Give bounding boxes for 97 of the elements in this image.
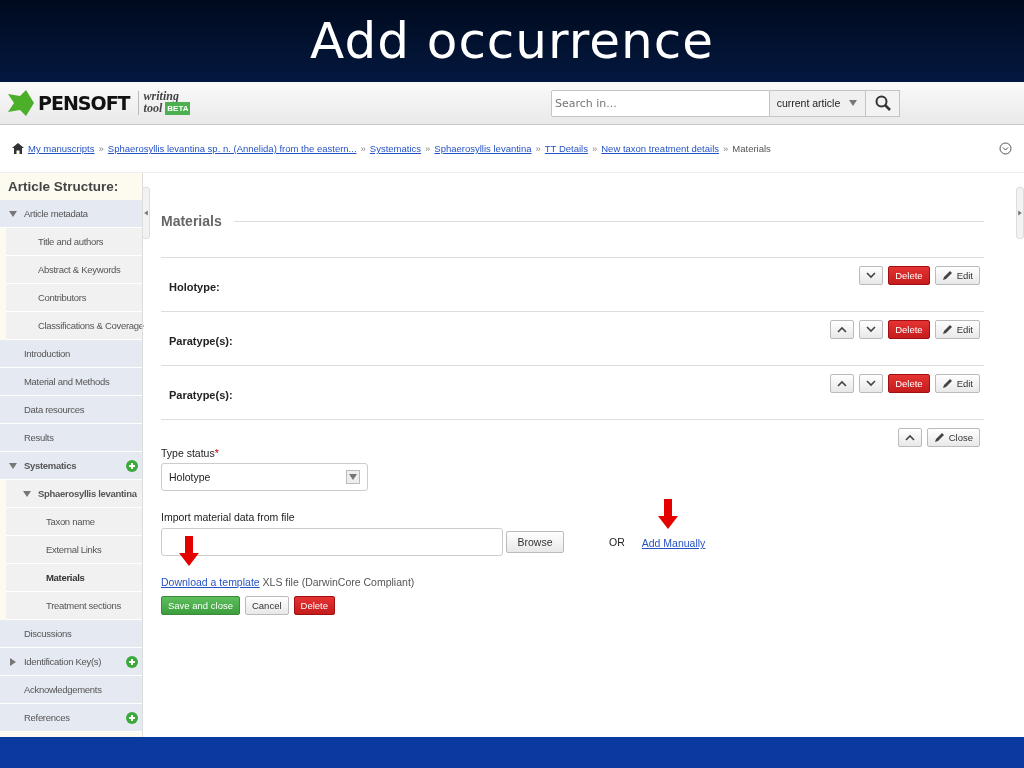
record-label: Paratype(s): [169, 389, 233, 401]
tool-name: writing [143, 91, 180, 102]
browse-button[interactable]: Browse [506, 531, 564, 553]
sidebar-item[interactable]: Treatment sections [6, 592, 142, 620]
sidebar-item[interactable]: External Links [6, 536, 142, 564]
file-field[interactable] [161, 528, 503, 556]
caret-down-icon [8, 208, 18, 219]
record-label: Paratype(s): [169, 335, 233, 347]
field-label: Type status* [161, 447, 220, 459]
delete-button[interactable]: Delete [888, 320, 930, 339]
breadcrumb-link[interactable]: TT Details [544, 143, 588, 154]
chevron-up-icon [904, 434, 915, 441]
caret-right-icon [8, 656, 18, 667]
pencil-icon [933, 432, 945, 443]
sidebar-item[interactable]: References [0, 704, 142, 732]
move-down-button[interactable] [859, 374, 884, 393]
delete-button[interactable]: Delete [293, 596, 335, 615]
edit-button[interactable]: Edit [934, 320, 980, 339]
breadcrumb-link[interactable]: Sphaerosyllis levantina sp. n. (Annelida) from the eastern... [107, 143, 357, 154]
caret-down-icon [8, 460, 18, 471]
chevron-down-icon [866, 380, 877, 387]
caret-down-icon [848, 98, 859, 108]
sidebar-title: Article Structure: [7, 178, 120, 196]
edit-button[interactable]: Edit [934, 266, 980, 285]
chevron-circle-icon[interactable] [999, 142, 1012, 155]
move-up-button[interactable] [830, 320, 855, 339]
sidebar-item[interactable]: Identification Key(s) [0, 648, 142, 676]
tool-name: tool [143, 103, 163, 114]
download-template-link[interactable]: Download a template [161, 576, 260, 588]
move-up-button[interactable] [830, 374, 855, 393]
record-label: Holotype: [169, 281, 220, 293]
chevron-up-icon [837, 380, 848, 387]
cancel-button[interactable]: Cancel [244, 596, 289, 615]
sidebar-item[interactable]: Discussions [0, 620, 142, 648]
sidebar-item[interactable]: Materials [6, 564, 142, 592]
breadcrumb-link[interactable]: New taxon treatment details [601, 143, 719, 154]
close-button[interactable]: Close [926, 428, 980, 447]
breadcrumb-link[interactable]: Systematics [369, 143, 422, 154]
breadcrumb-current: Materials [732, 143, 771, 154]
sidebar-item[interactable]: Title and authors [6, 228, 142, 256]
type-status-select[interactable]: Holotype [161, 463, 368, 491]
breadcrumb-link[interactable]: My manuscripts [28, 143, 95, 154]
search-input[interactable]: Search in... [551, 89, 770, 117]
add-icon[interactable] [126, 711, 138, 724]
pencil-icon [941, 270, 953, 281]
caret-down-icon [348, 472, 358, 482]
arrow-logo-icon [6, 90, 34, 116]
chevron-up-icon [837, 326, 848, 333]
file-note: XLS file (DarwinCore Compliant) [262, 576, 415, 588]
breadcrumb-link[interactable]: Sphaerosyllis levantina [434, 143, 532, 154]
sidebar-item[interactable]: Systematics [0, 452, 142, 480]
sidebar-item[interactable]: Material and Methods [0, 368, 142, 396]
move-up-button[interactable] [897, 428, 922, 447]
sidebar-item[interactable]: Sphaerosyllis levantina [6, 480, 142, 508]
sidebar-item[interactable]: Acknowledgements [0, 676, 142, 704]
delete-button[interactable]: Delete [888, 266, 930, 285]
caret-right-icon [1017, 208, 1023, 218]
home-icon[interactable] [12, 143, 24, 154]
add-icon[interactable] [126, 459, 138, 472]
slide-title: Add occurrence [310, 12, 714, 70]
search-button[interactable] [866, 89, 900, 117]
sidebar-item[interactable]: Taxon name [6, 508, 142, 536]
delete-button[interactable]: Delete [888, 374, 930, 393]
search-icon [874, 95, 891, 111]
sidebar-item[interactable]: Article metadata [0, 200, 142, 228]
edit-button[interactable]: Edit [934, 374, 980, 393]
breadcrumb-separator: » [360, 143, 366, 154]
breadcrumb-separator: » [425, 143, 431, 154]
sidebar-item[interactable]: Classifications & Coverage [6, 312, 142, 340]
logo-text: PENSOFT [38, 92, 130, 114]
down-arrow-icon [657, 499, 678, 529]
or-text: OR [609, 536, 625, 548]
chevron-down-icon [866, 326, 877, 333]
expand-handle[interactable] [1016, 187, 1024, 239]
section-title: Materials [161, 213, 222, 229]
field-label: Import material data from file [161, 511, 296, 523]
add-manually-link[interactable]: Add Manually [641, 537, 706, 549]
scope-dropdown[interactable]: current article [770, 89, 866, 117]
pencil-icon [941, 378, 953, 389]
chevron-down-icon [866, 272, 877, 279]
caret-down-icon [22, 488, 32, 499]
sidebar-item[interactable]: Results [0, 424, 142, 452]
down-arrow-icon [179, 536, 199, 566]
breadcrumb-separator: » [591, 143, 598, 154]
sidebar-item[interactable]: Introduction [0, 340, 142, 368]
add-icon[interactable] [126, 655, 138, 668]
breadcrumb-separator: » [98, 143, 104, 154]
sidebar-item[interactable]: Abstract & Keywords [6, 256, 142, 284]
beta-badge: BETA [165, 102, 191, 115]
collapse-handle[interactable] [142, 187, 150, 239]
sidebar-item[interactable]: Contributors [6, 284, 142, 312]
breadcrumb-separator: » [723, 143, 729, 154]
move-down-button[interactable] [859, 266, 884, 285]
pencil-icon [941, 324, 953, 335]
breadcrumb-separator: » [535, 143, 541, 154]
move-down-button[interactable] [859, 320, 884, 339]
sidebar-item[interactable]: Data resources [0, 396, 142, 424]
